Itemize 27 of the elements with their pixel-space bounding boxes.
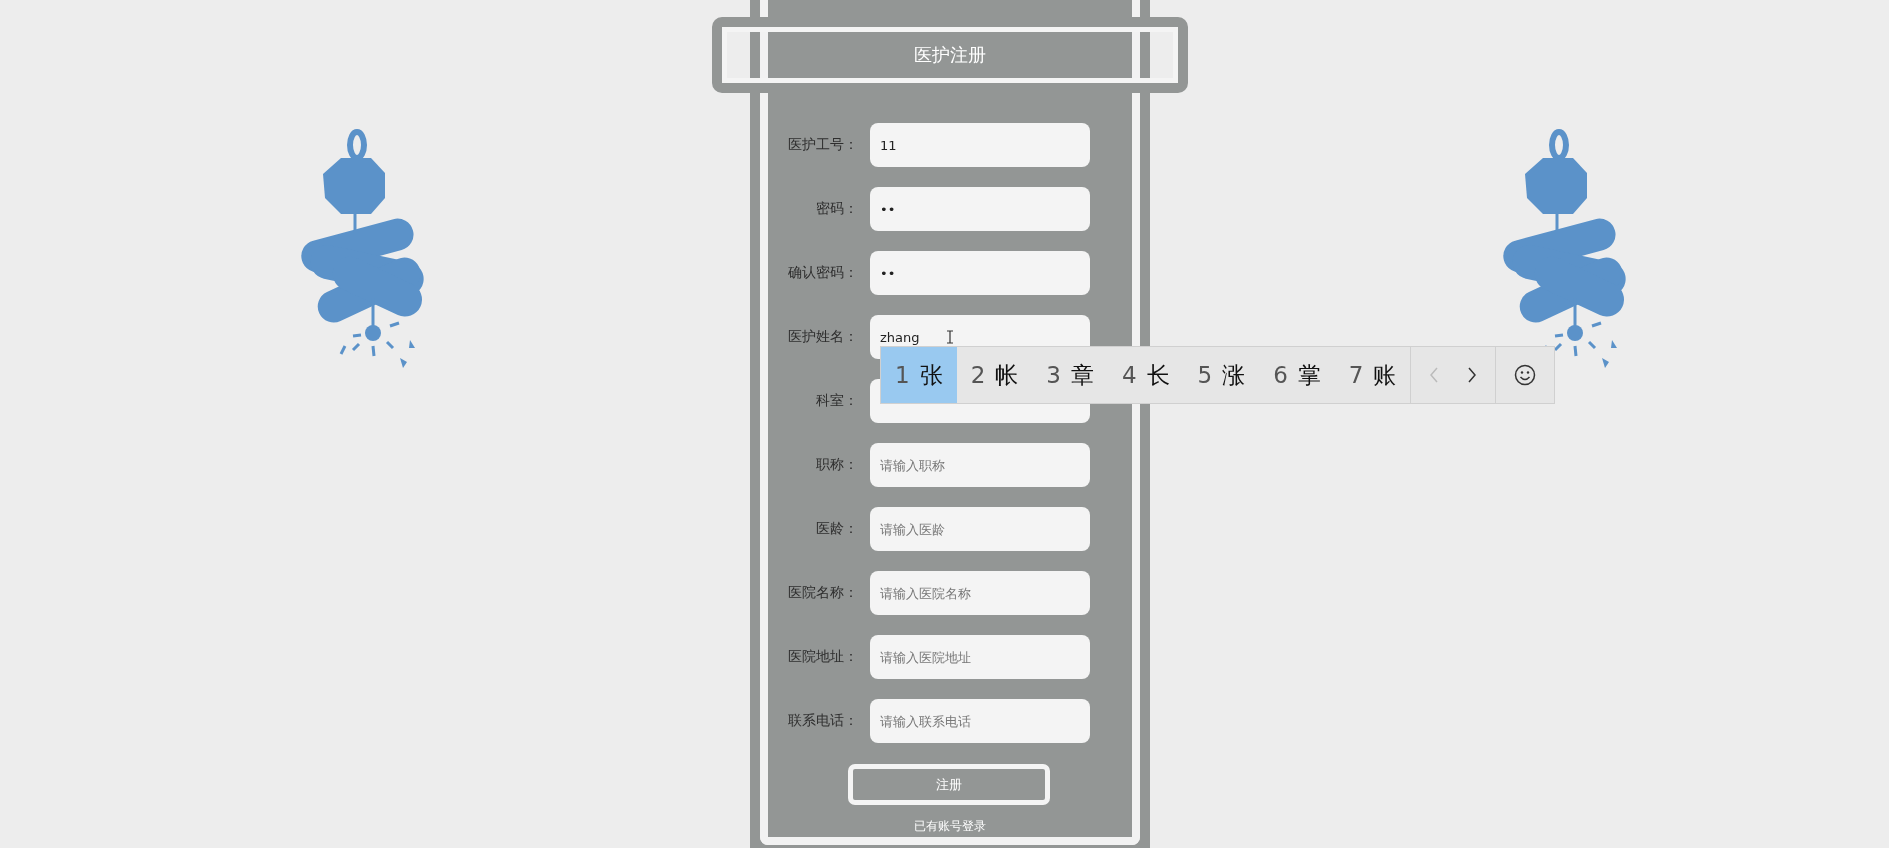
field-label: 职称： [815,456,858,474]
input-field[interactable]: 请输入医院名称 [870,571,1090,615]
text-cursor-icon [946,330,954,344]
field-label: 密码： [815,200,858,218]
candidate-item[interactable]: 6 掌 [1259,347,1335,403]
input-field[interactable]: •• [870,251,1090,295]
field-label: 医龄： [815,520,858,538]
form-title: 医护注册 [914,43,986,67]
field-label: 医护姓名： [787,328,858,346]
field-label: 医院地址： [787,648,858,666]
candidate-item[interactable]: 5 涨 [1183,347,1260,403]
candidate-item[interactable]: 4 长 [1107,347,1184,403]
smiley-icon[interactable] [1514,364,1537,386]
input-field[interactable]: •• [870,187,1090,231]
candidate-item[interactable]: 1 张 [881,347,957,403]
candidate-item[interactable]: 7 账 [1334,347,1411,403]
input-field[interactable]: 请输入医院地址 [870,635,1090,679]
input-field[interactable]: 请输入医龄 [870,507,1090,551]
field-label: 医护工号： [787,136,858,154]
field-label: 科室： [815,392,858,410]
field-label: 联系电话： [787,712,858,730]
input-field[interactable]: 请输入职称 [870,443,1090,487]
field-label: 医院名称： [787,584,858,602]
input-field[interactable]: 请输入联系电话 [870,699,1090,743]
chevron-right-icon[interactable] [1467,367,1478,383]
field-label: 确认密码： [787,264,858,282]
input-field[interactable]: 11 [870,123,1090,167]
